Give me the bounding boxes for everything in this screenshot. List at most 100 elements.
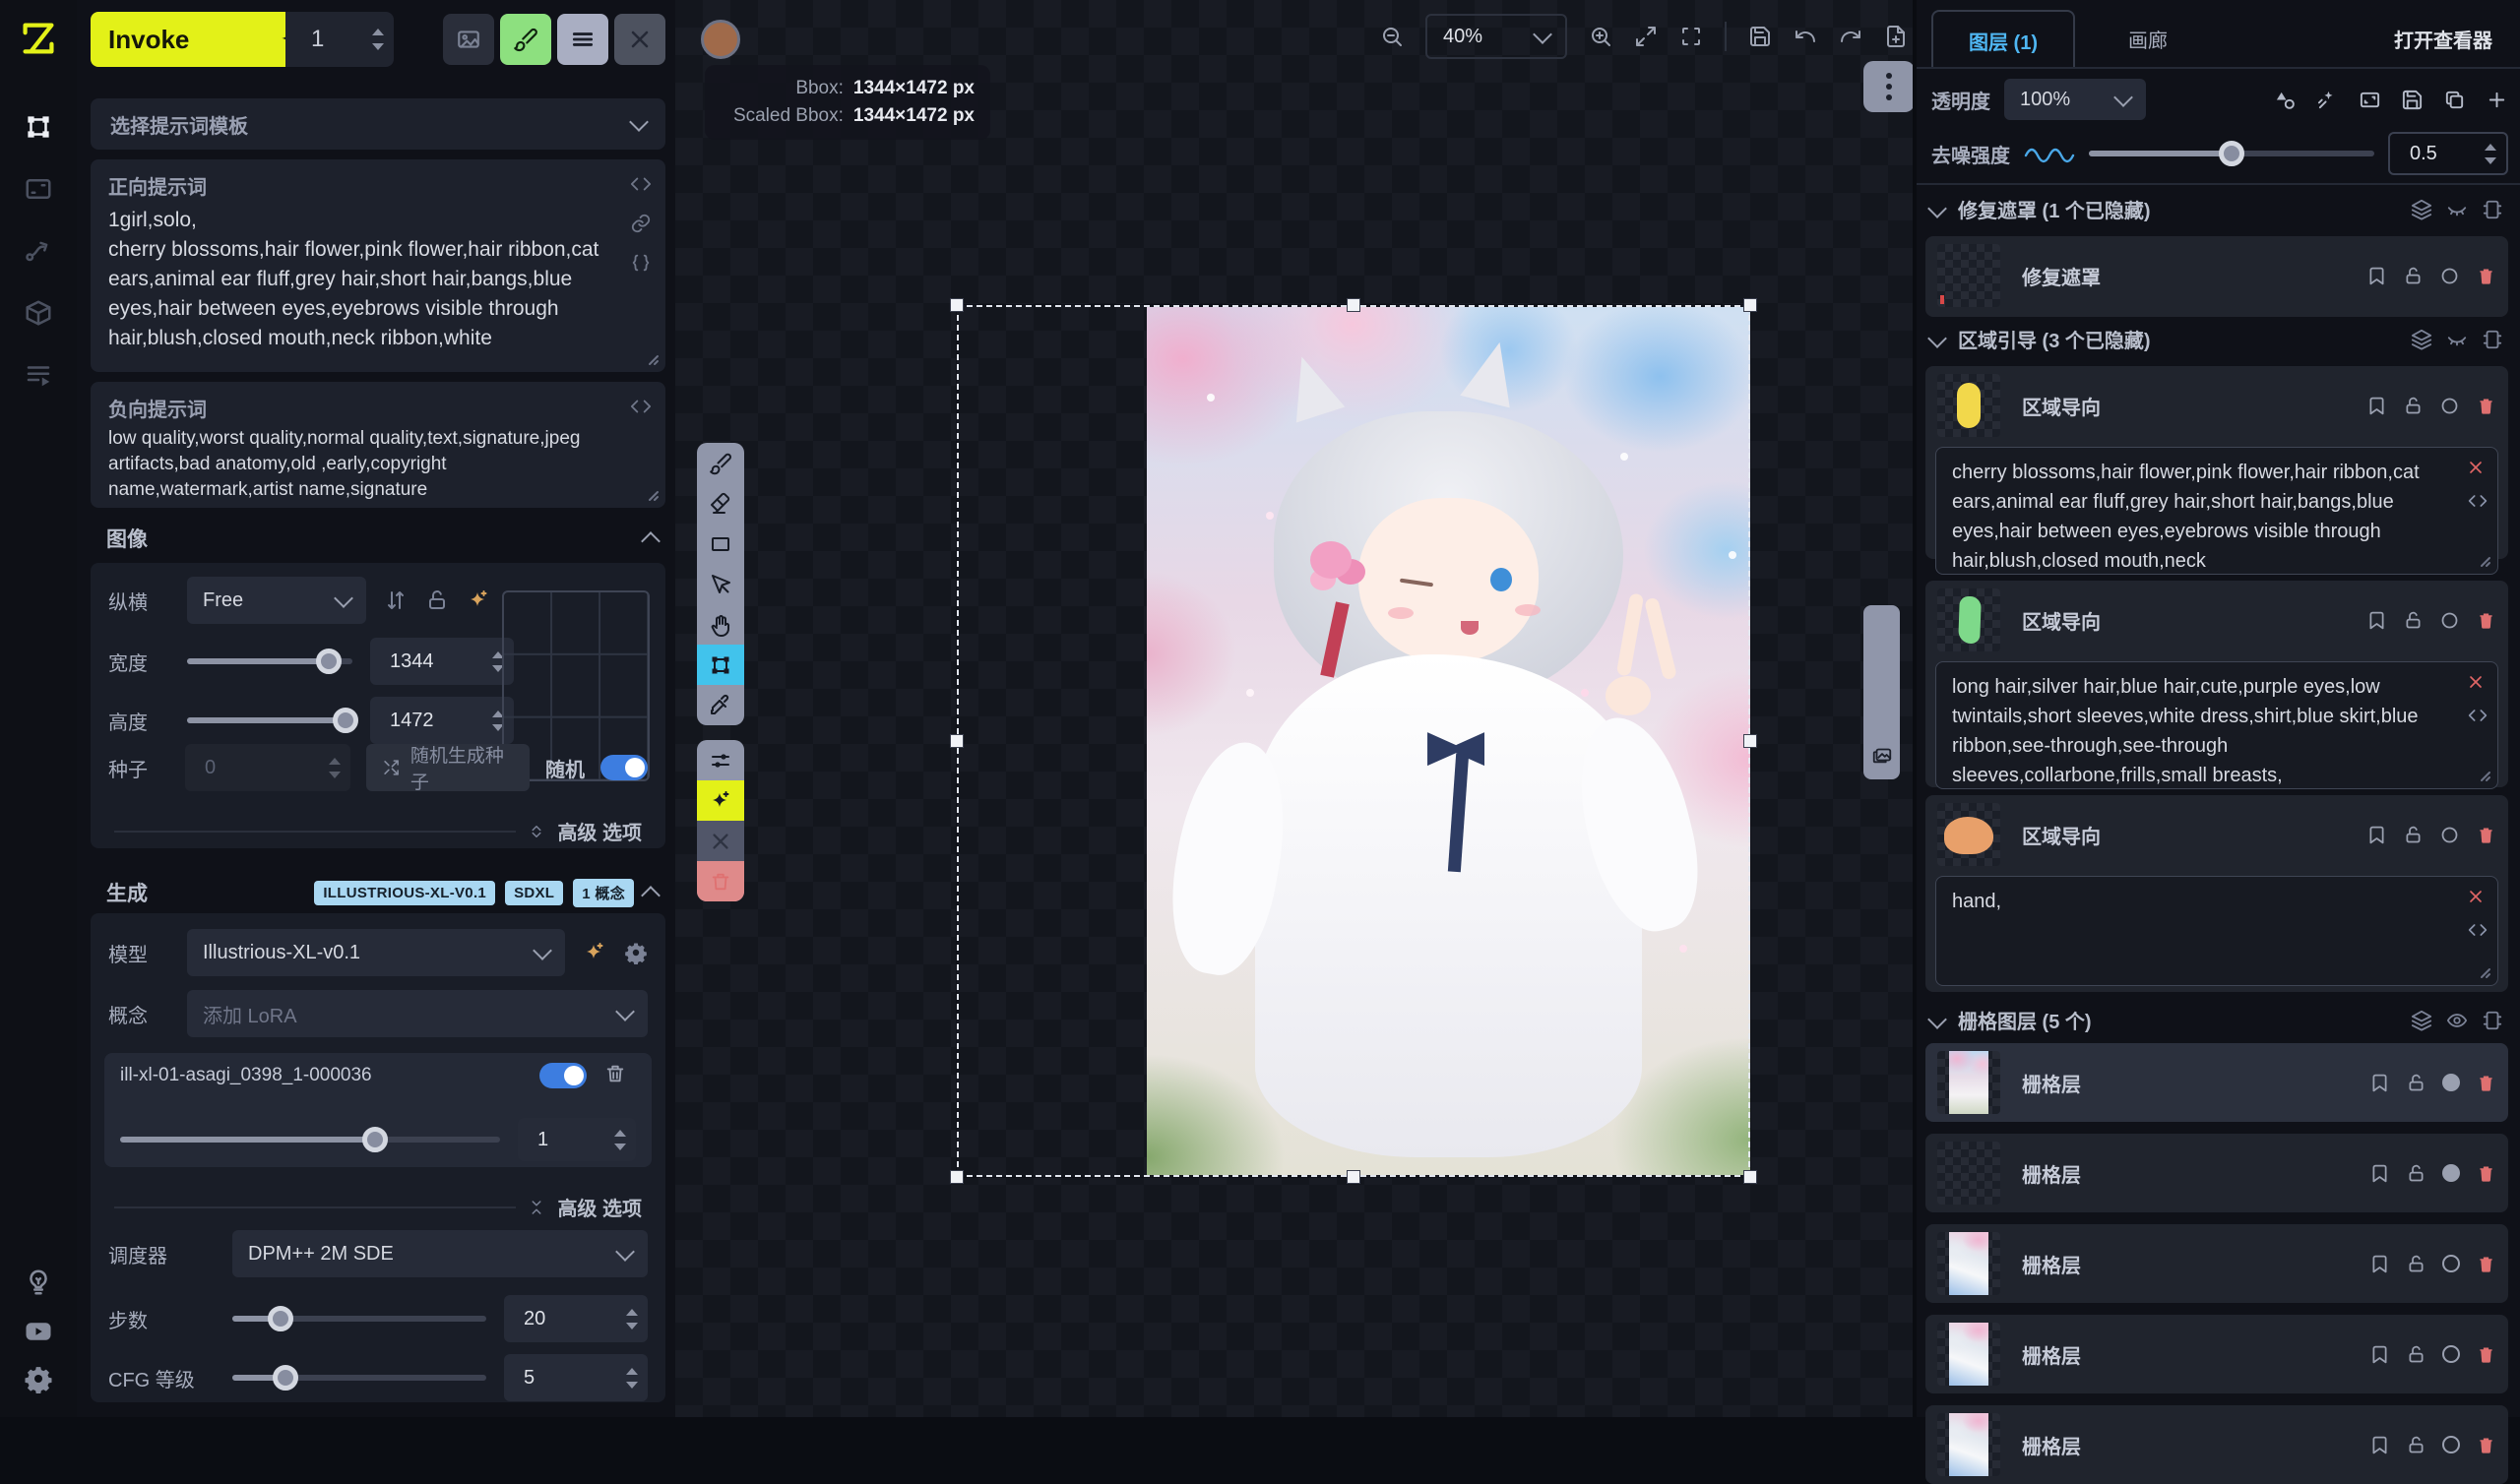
- bookmark-icon[interactable]: [2369, 1344, 2390, 1365]
- generation-section-header[interactable]: 生成 ILLUSTRIOUS-XL-V0.1 SDXL 1 概念: [106, 878, 658, 907]
- bookmark-icon[interactable]: [2366, 396, 2387, 416]
- image-mode-button[interactable]: [443, 14, 494, 65]
- color-picker-tool[interactable]: [697, 685, 744, 725]
- menu-button[interactable]: [557, 14, 608, 65]
- code-toggle-icon[interactable]: [630, 173, 652, 195]
- inpaint-layer-row[interactable]: 修复遮罩: [1925, 236, 2508, 317]
- opacity-circle-icon[interactable]: [2439, 266, 2460, 286]
- clear-prompt-icon[interactable]: [2466, 672, 2486, 692]
- add-lora-select[interactable]: 添加 LoRA: [187, 990, 648, 1037]
- duplicate-layer-icon[interactable]: [2443, 89, 2466, 111]
- lock-aspect-icon[interactable]: [425, 588, 449, 612]
- gallery-flyout-handle[interactable]: [1863, 605, 1900, 779]
- generation-advanced-label[interactable]: 高级 选项: [557, 1193, 642, 1221]
- regional-section-header[interactable]: 区域引导 (3 个已隐藏): [1930, 325, 2503, 353]
- braces-icon[interactable]: [630, 252, 652, 274]
- bookmark-icon[interactable]: [2366, 610, 2387, 631]
- frame-icon[interactable]: [2482, 1010, 2503, 1031]
- lock-open-icon[interactable]: [2403, 825, 2424, 845]
- layers-stack-icon[interactable]: [2411, 199, 2432, 220]
- hand-tool[interactable]: [697, 604, 744, 645]
- optimize-size-icon[interactable]: [467, 588, 490, 612]
- delete-layer-icon[interactable]: [2476, 610, 2496, 631]
- open-viewer-button[interactable]: 打开查看器: [2379, 10, 2507, 67]
- opacity-circle-icon[interactable]: [2442, 1345, 2460, 1363]
- random-seed-toggle[interactable]: [600, 755, 648, 780]
- opacity-circle-icon[interactable]: [2439, 825, 2460, 845]
- close-panel-button[interactable]: [614, 14, 665, 65]
- raster-layer-row-3[interactable]: 栅格层: [1925, 1224, 2508, 1303]
- bbox-handle-se[interactable]: [1743, 1170, 1757, 1184]
- delete-layer-icon[interactable]: [2476, 1344, 2496, 1365]
- rail-models-tab[interactable]: [20, 294, 57, 332]
- tab-layers[interactable]: 图层 (1): [1931, 10, 2075, 69]
- opacity-circle-icon[interactable]: [2439, 396, 2460, 416]
- steps-input[interactable]: 20: [504, 1295, 648, 1342]
- batch-count-stepper[interactable]: 1: [285, 12, 394, 67]
- code-toggle-icon[interactable]: [2468, 491, 2488, 511]
- lora-delete-icon[interactable]: [604, 1063, 626, 1084]
- generate-tool[interactable]: [697, 780, 744, 821]
- prompt-template-select[interactable]: 选择提示词模板: [91, 98, 665, 150]
- swap-dimensions-icon[interactable]: [384, 588, 408, 612]
- bookmark-icon[interactable]: [2369, 1254, 2390, 1274]
- lock-open-icon[interactable]: [2406, 1344, 2426, 1365]
- inpaint-section-header[interactable]: 修复遮罩 (1 个已隐藏): [1930, 195, 2503, 223]
- steps-slider[interactable]: [232, 1316, 486, 1322]
- positive-prompt-text[interactable]: 1girl,solo, cherry blossoms,hair flower,…: [108, 206, 605, 353]
- brush-color-swatch[interactable]: [701, 20, 740, 59]
- opacity-circle-icon[interactable]: [2442, 1164, 2460, 1182]
- lock-open-icon[interactable]: [2406, 1435, 2426, 1455]
- rail-youtube-button[interactable]: [20, 1313, 57, 1350]
- add-layer-icon[interactable]: [2486, 89, 2508, 111]
- delete-layer-icon[interactable]: [2476, 1163, 2496, 1184]
- brush-tool[interactable]: [697, 443, 744, 483]
- eye-closed-icon[interactable]: [2446, 329, 2468, 350]
- move-tool[interactable]: [697, 564, 744, 604]
- save-layer-icon[interactable]: [2401, 89, 2424, 111]
- eraser-tool[interactable]: [697, 483, 744, 524]
- new-canvas-icon[interactable]: [1884, 25, 1908, 48]
- height-input[interactable]: 1472: [370, 697, 514, 744]
- model-settings-icon[interactable]: [624, 941, 648, 964]
- lock-open-icon[interactable]: [2403, 610, 2424, 631]
- width-input[interactable]: 1344: [370, 638, 514, 685]
- resize-handle-icon[interactable]: [2476, 552, 2491, 568]
- generation-bbox[interactable]: [957, 305, 1750, 1177]
- lock-open-icon[interactable]: [2406, 1163, 2426, 1184]
- raster-layer-row-5[interactable]: 栅格层: [1925, 1405, 2508, 1484]
- region-3-prompt[interactable]: hand,: [1935, 876, 2498, 986]
- bbox-handle-s[interactable]: [1347, 1170, 1360, 1184]
- zoom-in-icon[interactable]: [1589, 25, 1612, 48]
- rail-tips-button[interactable]: [20, 1264, 57, 1301]
- region-2-prompt[interactable]: long hair,silver hair,blue hair,cute,pur…: [1935, 661, 2498, 789]
- clear-prompt-icon[interactable]: [2466, 887, 2486, 906]
- bbox-handle-ne[interactable]: [1743, 298, 1757, 312]
- denoise-slider[interactable]: [2089, 151, 2374, 156]
- cancel-tool[interactable]: [697, 821, 744, 861]
- height-slider[interactable]: [187, 717, 352, 723]
- random-seed-button[interactable]: 随机生成种子: [366, 744, 530, 791]
- add-effect-icon[interactable]: [2316, 89, 2339, 111]
- brush-mode-button[interactable]: [500, 14, 551, 65]
- opacity-circle-icon[interactable]: [2442, 1255, 2460, 1272]
- tab-gallery[interactable]: 画廊: [2104, 10, 2192, 67]
- cfg-input[interactable]: 5: [504, 1354, 648, 1401]
- width-slider[interactable]: [187, 658, 352, 664]
- code-toggle-icon[interactable]: [2468, 920, 2488, 940]
- opacity-circle-icon[interactable]: [2439, 610, 2460, 631]
- positive-prompt-box[interactable]: 正向提示词 1girl,solo, cherry blossoms,hair f…: [91, 159, 665, 372]
- cfg-slider[interactable]: [232, 1375, 486, 1381]
- lora-weight-slider[interactable]: [120, 1137, 500, 1143]
- add-shape-layer-icon[interactable]: [2274, 89, 2297, 111]
- bbox-handle-n[interactable]: [1347, 298, 1360, 312]
- bookmark-icon[interactable]: [2369, 1073, 2390, 1093]
- clear-prompt-icon[interactable]: [2466, 458, 2486, 477]
- save-canvas-icon[interactable]: [1748, 25, 1772, 48]
- raster-section-header[interactable]: 栅格图层 (5 个): [1930, 1006, 2503, 1034]
- aspect-select[interactable]: Free: [187, 577, 366, 624]
- delete-layer-icon[interactable]: [2476, 266, 2496, 286]
- undo-icon[interactable]: [1794, 25, 1817, 48]
- resize-canvas-icon[interactable]: [2359, 89, 2381, 111]
- resize-handle-icon[interactable]: [2476, 767, 2491, 782]
